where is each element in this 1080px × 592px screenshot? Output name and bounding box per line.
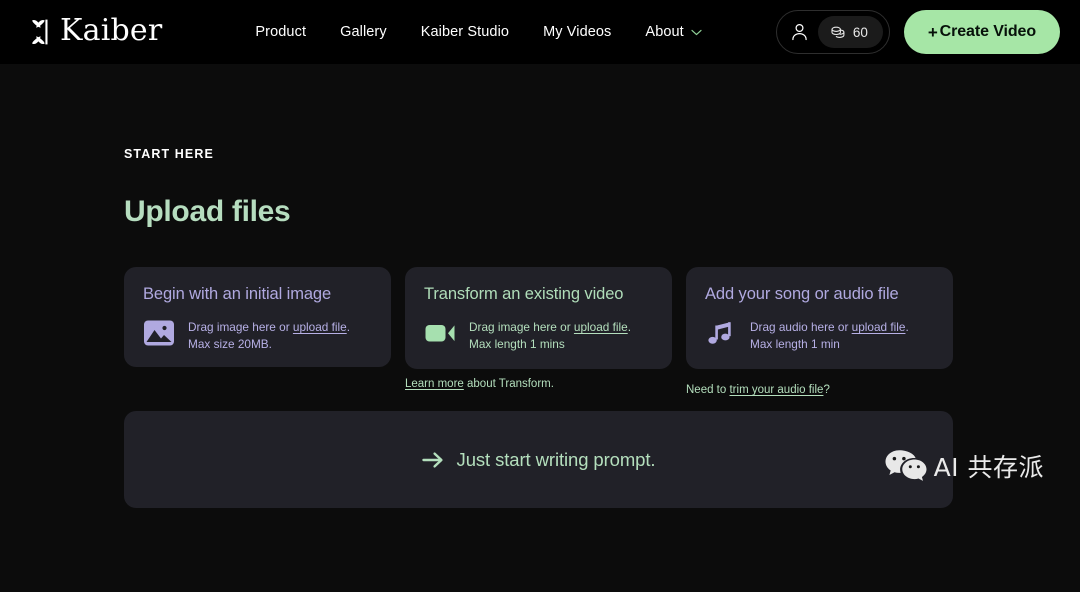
card-title: Add your song or audio file: [705, 285, 899, 303]
card-description: Drag image here or upload file. Max size…: [188, 317, 350, 354]
wechat-icon: [884, 448, 928, 484]
create-video-button[interactable]: + Create Video: [903, 10, 1060, 54]
card-desc-pre: Drag image here or: [188, 320, 293, 335]
nav-label: My Videos: [543, 24, 612, 40]
main-navigation: Product Gallery Kaiber Studio My Videos …: [255, 24, 702, 40]
arrow-right-icon: [421, 451, 444, 469]
upload-file-link[interactable]: upload file: [852, 320, 906, 334]
trim-pre: Need to: [686, 384, 730, 396]
credits-badge[interactable]: 60: [817, 16, 883, 48]
nav-label: About: [645, 24, 684, 40]
prompt-placeholder-text: Just start writing prompt.: [456, 448, 656, 470]
nav-item-kaiber-studio[interactable]: Kaiber Studio: [421, 24, 509, 40]
nav-label: Gallery: [340, 24, 387, 40]
site-header: Kaiber Product Gallery Kaiber Studio My …: [0, 0, 1080, 64]
watermark-text: AI 共存派: [933, 453, 1044, 482]
main-content: START HERE Upload files Begin with an in…: [0, 147, 1080, 508]
upload-card-initial-image[interactable]: Begin with an initial image Drag image h…: [124, 267, 391, 367]
card-desc-limit: Max length 1 mins: [469, 337, 565, 352]
nav-item-product[interactable]: Product: [255, 24, 306, 40]
user-avatar-icon: [791, 23, 808, 41]
nav-item-about[interactable]: About: [645, 24, 702, 40]
card-title: Begin with an initial image: [143, 285, 332, 303]
credits-value: 60: [852, 24, 868, 40]
learn-more-rest: about Transform.: [463, 378, 554, 390]
learn-more-link[interactable]: Learn more: [405, 378, 464, 390]
upload-file-link[interactable]: upload file: [574, 320, 628, 334]
section-eyebrow: START HERE: [124, 147, 214, 161]
upload-file-link[interactable]: upload file: [293, 320, 347, 334]
nav-label: Product: [255, 24, 307, 40]
trim-audio-hint: Need to trim your audio file?: [686, 384, 830, 396]
card-title: Transform an existing video: [424, 285, 624, 303]
video-camera-icon: [424, 317, 456, 349]
card-desc-post: .: [346, 320, 350, 335]
upload-card-existing-video[interactable]: Transform an existing video Drag image h…: [405, 267, 672, 369]
trim-audio-link[interactable]: trim your audio file: [729, 384, 823, 396]
card-description: Drag audio here or upload file. Max leng…: [750, 317, 909, 354]
card-desc-pre: Drag image here or: [469, 320, 574, 335]
coins-icon: [830, 25, 846, 40]
nav-label: Kaiber Studio: [420, 24, 510, 40]
chevron-down-icon: [691, 29, 702, 36]
prompt-panel[interactable]: Just start writing prompt.: [124, 411, 953, 508]
page-title: Upload files: [124, 195, 291, 228]
account-credits-pill[interactable]: 60: [775, 10, 890, 54]
watermark: AI 共存派: [884, 448, 1044, 484]
music-note-icon: [705, 317, 737, 349]
nav-item-gallery[interactable]: Gallery: [340, 24, 387, 40]
card-desc-limit: Max length 1 min: [750, 337, 840, 352]
brand-name: Kaiber: [60, 12, 163, 48]
upload-card-song-audio[interactable]: Add your song or audio file Drag audio h…: [686, 267, 953, 369]
card-desc-limit: Max size 20MB.: [188, 337, 272, 352]
plus-icon: +: [927, 22, 938, 42]
header-actions: 60 + Create Video: [775, 10, 1060, 54]
create-video-label: Create Video: [939, 23, 1036, 40]
kaiber-butterfly-mark-icon: [28, 17, 58, 47]
card-desc-pre: Drag audio here or: [750, 320, 852, 335]
card-sublinks: Learn more about Transform. Need to trim…: [124, 378, 953, 400]
image-icon: [143, 317, 175, 349]
card-description: Drag image here or upload file. Max leng…: [469, 317, 631, 354]
card-desc-post: .: [627, 320, 631, 335]
upload-cards: Begin with an initial image Drag image h…: [124, 267, 953, 369]
nav-item-my-videos[interactable]: My Videos: [543, 24, 611, 40]
brand-logo[interactable]: Kaiber: [28, 12, 163, 49]
trim-post: ?: [823, 384, 830, 396]
card-desc-post: .: [905, 320, 909, 335]
transform-learn-more: Learn more about Transform.: [405, 378, 554, 390]
